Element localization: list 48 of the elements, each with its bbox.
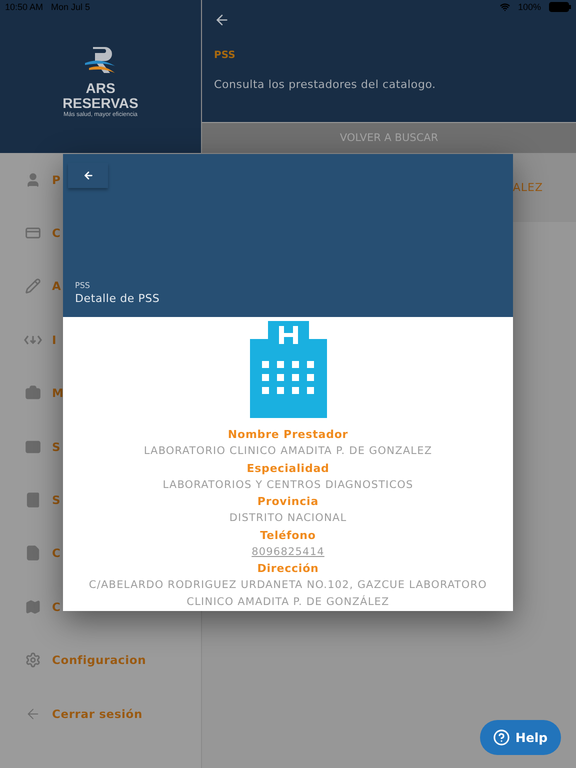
arrow-left-icon <box>82 170 94 181</box>
code-download-icon <box>24 334 42 346</box>
menu-item[interactable]: A <box>52 279 62 294</box>
map-icon <box>24 598 42 615</box>
field-value: LABORATORIOS Y CENTROS DIAGNOSTICOS <box>162 478 414 492</box>
help-icon <box>493 729 510 746</box>
section-title: PSS <box>214 50 236 61</box>
field-label: Teléfono <box>260 528 316 544</box>
wifi-icon <box>500 2 510 12</box>
menu-item[interactable]: S <box>52 493 61 508</box>
book-icon <box>24 492 42 508</box>
battery-percent: 100% <box>518 2 541 12</box>
document-icon <box>24 545 42 562</box>
menu-item[interactable]: Cerrar sesión <box>52 706 142 721</box>
back-button[interactable] <box>68 163 108 188</box>
battery-icon <box>549 2 571 12</box>
menu-item[interactable]: Configuracion <box>52 653 146 668</box>
pencil-icon <box>24 278 42 294</box>
phone-link[interactable]: 8096825414 <box>252 544 324 560</box>
status-time: 10:50 AM <box>5 2 44 12</box>
logo-text: ARS <box>86 80 116 96</box>
hospital-icon <box>250 321 326 418</box>
field-label: Provincia <box>257 494 319 510</box>
menu-item[interactable]: C <box>52 226 61 240</box>
menu-item[interactable]: I <box>52 332 57 347</box>
status-date: Mon Jul 5 <box>51 2 90 12</box>
result-text: ALEZ <box>512 181 543 194</box>
field-value: DISTRITO NACIONAL <box>229 511 347 526</box>
logo-text: RESERVAS <box>62 96 138 110</box>
menu-item[interactable]: C <box>52 600 61 614</box>
field-label: Dirección <box>257 561 319 577</box>
card-icon <box>24 225 42 242</box>
menu-item[interactable]: P <box>52 172 61 187</box>
help-button[interactable]: Help <box>480 720 561 755</box>
dialog-overline: PSS <box>75 281 91 290</box>
settings-icon <box>24 652 42 668</box>
back-icon[interactable] <box>214 12 230 28</box>
dialog-title: Detalle de PSS <box>75 292 161 305</box>
field-label: Especialidad <box>246 460 330 476</box>
section-description: Consulta los prestadores del catalogo. <box>214 78 437 91</box>
field-label: Nombre Prestador <box>228 427 348 443</box>
menu-item[interactable]: C <box>52 546 61 560</box>
mail-icon <box>24 438 42 455</box>
menu-item[interactable]: M <box>52 386 64 400</box>
field-value: C/ABELARDO RODRIGUEZ URDANETA NO.102, GAZCUE LABORATORO CLINICO AMADITA P. DE GONZÁLEZ <box>88 578 488 610</box>
field-value: LABORATORIO CLINICO AMADITA P. DE GONZALEZ <box>144 444 432 459</box>
medical-kit-icon <box>24 385 42 402</box>
menu-item[interactable]: S <box>52 440 61 454</box>
